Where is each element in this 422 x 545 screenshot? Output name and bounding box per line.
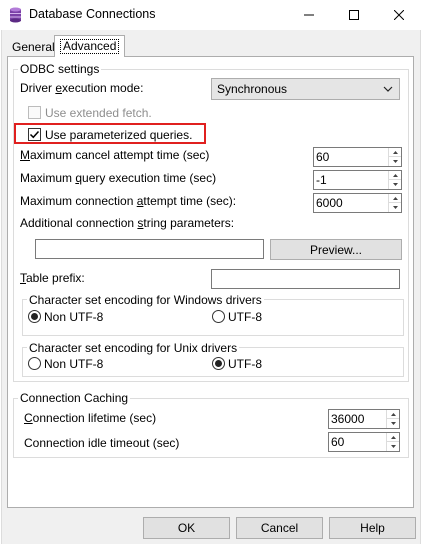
max-connection-spinbox[interactable]: 6000 — [313, 193, 402, 213]
spin-up-button[interactable] — [389, 171, 401, 180]
idle-timeout-label: Connection idle timeout (sec) — [24, 436, 180, 450]
help-button[interactable]: Help — [329, 517, 416, 539]
windows-encoding-title: Character set encoding for Windows drive… — [27, 293, 264, 307]
max-connection-label: Maximum connection attempt time (sec): — [20, 194, 237, 208]
close-icon — [393, 10, 404, 20]
spin-up-arrow-icon — [390, 435, 396, 439]
minimize-button[interactable] — [286, 0, 331, 30]
spin-up-arrow-icon — [392, 150, 398, 154]
radio-selected-dot — [31, 313, 38, 320]
extended-fetch-label: Use extended fetch. — [45, 106, 152, 120]
tab-general[interactable]: General — [8, 38, 59, 56]
connection-lifetime-value: 36000 — [331, 412, 365, 426]
spin-down-arrow-icon — [392, 206, 398, 209]
driver-mode-value: Synchronous — [217, 82, 288, 96]
unix-non-utf8-radio[interactable] — [28, 357, 41, 370]
additional-params-input[interactable] — [35, 239, 264, 259]
minimize-icon — [303, 14, 314, 16]
max-query-spinbox[interactable]: -1 — [313, 170, 402, 190]
max-cancel-spinbox[interactable]: 60 — [313, 147, 402, 167]
idle-timeout-value: 60 — [331, 435, 345, 449]
preview-button[interactable]: Preview... — [270, 239, 402, 260]
table-prefix-label: Table prefix: — [20, 271, 85, 285]
max-connection-value: 6000 — [316, 196, 343, 210]
ok-button[interactable]: OK — [143, 517, 230, 539]
connection-lifetime-label: Connection lifetime (sec) — [24, 411, 157, 425]
max-query-label: Maximum query execution time (sec) — [20, 171, 217, 185]
spin-up-button[interactable] — [389, 194, 401, 203]
spin-buttons — [388, 148, 401, 166]
windows-utf8-label: UTF-8 — [228, 310, 262, 324]
connection-lifetime-spinbox[interactable]: 36000 — [328, 409, 400, 429]
unix-utf8-label: UTF-8 — [228, 357, 262, 371]
spin-down-button[interactable] — [389, 157, 401, 166]
maximize-icon — [348, 10, 359, 20]
spin-down-button[interactable] — [387, 442, 399, 451]
spin-buttons — [388, 194, 401, 212]
spin-down-button[interactable] — [387, 419, 399, 428]
window-title: Database Connections — [29, 7, 156, 21]
cancel-button[interactable]: Cancel — [236, 517, 323, 539]
windows-non-utf8-label: Non UTF-8 — [44, 310, 104, 324]
driver-mode-select[interactable]: Synchronous — [211, 78, 400, 100]
spin-up-button[interactable] — [387, 433, 399, 442]
highlight-box — [14, 123, 206, 144]
max-query-value: -1 — [316, 173, 327, 187]
spin-buttons — [386, 433, 399, 451]
spin-down-arrow-icon — [392, 160, 398, 163]
spin-up-button[interactable] — [387, 410, 399, 419]
spin-buttons — [386, 410, 399, 428]
max-cancel-label: Maximum cancel attempt time (sec) — [20, 148, 210, 162]
unix-encoding-title: Character set encoding for Unix drivers — [27, 341, 240, 355]
max-cancel-value: 60 — [316, 150, 330, 164]
unix-non-utf8-label: Non UTF-8 — [44, 357, 104, 371]
windows-utf8-radio[interactable] — [212, 310, 225, 323]
close-button[interactable] — [376, 0, 421, 30]
windows-non-utf8-radio[interactable] — [28, 310, 41, 323]
odbc-settings-title: ODBC settings — [18, 62, 102, 76]
spin-down-button[interactable] — [389, 180, 401, 189]
tab-advanced[interactable]: Advanced — [54, 35, 126, 57]
spin-down-button[interactable] — [389, 203, 401, 212]
idle-timeout-spinbox[interactable]: 60 — [328, 432, 400, 452]
spin-up-button[interactable] — [389, 148, 401, 157]
spin-up-arrow-icon — [392, 173, 398, 177]
spin-down-arrow-icon — [392, 183, 398, 186]
database-icon — [9, 7, 22, 23]
additional-params-label: Additional connection string parameters: — [20, 216, 235, 230]
connection-caching-title: Connection Caching — [18, 391, 131, 405]
spin-buttons — [388, 171, 401, 189]
table-prefix-input[interactable] — [211, 269, 400, 289]
driver-mode-label: Driver execution mode: — [20, 81, 144, 95]
maximize-button[interactable] — [331, 0, 376, 30]
extended-fetch-checkbox[interactable] — [28, 106, 41, 119]
spin-down-arrow-icon — [390, 445, 396, 448]
radio-selected-dot — [215, 360, 222, 367]
unix-utf8-radio[interactable] — [212, 357, 225, 370]
spin-up-arrow-icon — [392, 196, 398, 200]
spin-down-arrow-icon — [390, 422, 396, 425]
chevron-down-icon — [383, 86, 393, 92]
tab-advanced-label: Advanced — [60, 39, 120, 54]
spin-up-arrow-icon — [390, 412, 396, 416]
